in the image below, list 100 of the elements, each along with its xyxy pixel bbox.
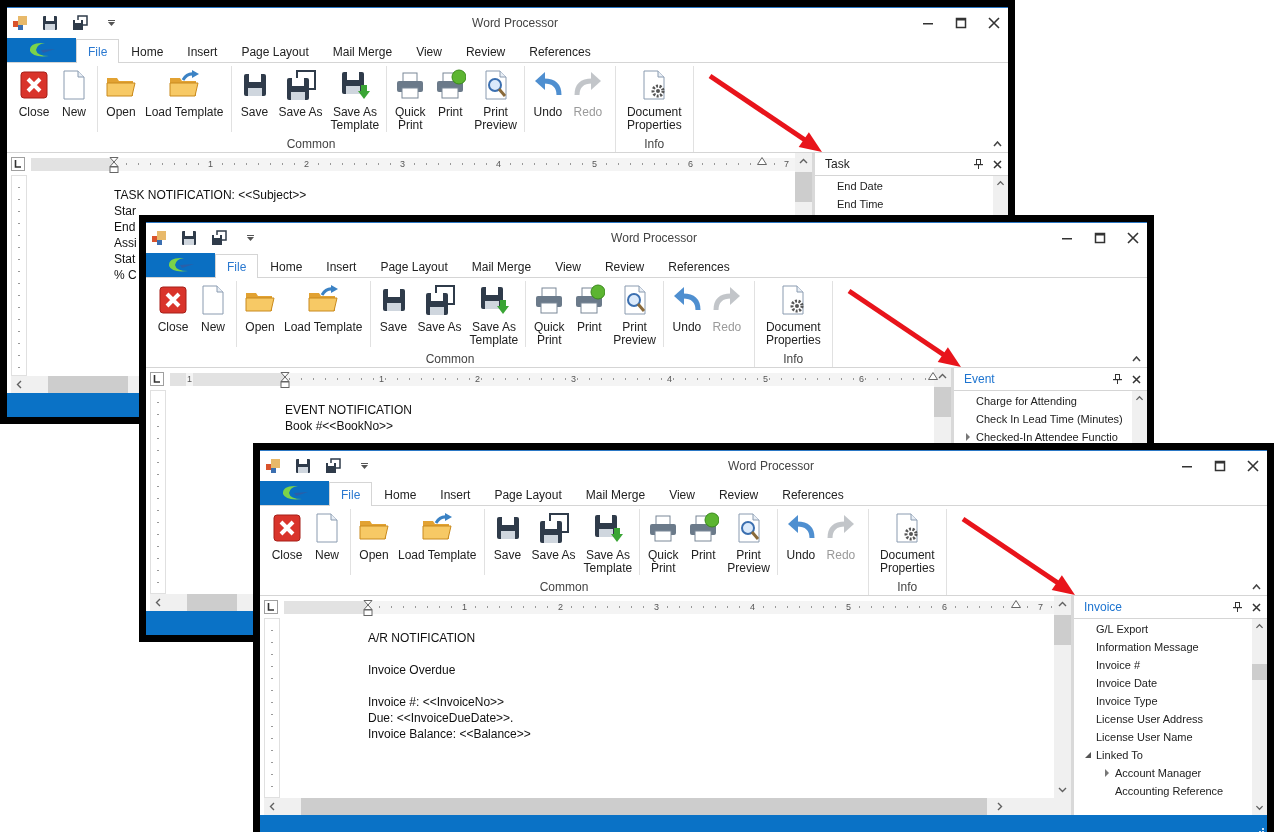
ribbon-tab[interactable]: Page Layout [482,483,574,506]
ribbon-button[interactable]: Save As Template [465,281,523,347]
close-icon[interactable] [993,159,1002,169]
collapse-icon[interactable] [1132,356,1141,362]
ribbon-tab[interactable]: File [215,254,259,278]
ribbon-button[interactable]: Undo [780,509,821,575]
ribbon-button[interactable]: Save As [527,509,580,575]
ribbon-button[interactable]: Document Properties [761,281,825,347]
tree-item[interactable]: Invoice Type [1074,692,1252,710]
ribbon-tab[interactable]: References [770,483,856,506]
tree-item[interactable]: Information Message [1074,638,1252,656]
ribbon-button[interactable]: Print Preview [609,281,660,347]
expanded-icon[interactable] [1084,751,1092,759]
ribbon-button[interactable]: Save As Template [579,509,637,575]
indent-marker[interactable] [928,371,938,380]
maximize-icon[interactable] [1094,232,1106,244]
ribbon-button[interactable]: Save [234,66,275,132]
maximize-icon[interactable] [1214,460,1226,472]
stacked-disks-icon[interactable] [72,15,88,31]
ribbon-button[interactable]: New [307,509,347,575]
ribbon-button[interactable]: Save As [413,281,466,347]
scroll-thumb[interactable] [1252,664,1267,680]
tree-item[interactable]: Checked-In Attendee Functio [954,428,1132,446]
collapse-icon[interactable] [1252,584,1261,590]
ribbon-tab[interactable]: Page Layout [229,40,321,63]
app-icon[interactable] [151,230,167,246]
tree-item[interactable]: End Time [815,195,993,213]
ribbon-button[interactable]: Quick Print [390,66,431,132]
close-icon[interactable] [1132,374,1141,384]
ribbon-button[interactable]: Load Template [141,66,228,132]
indent-marker[interactable] [109,156,119,173]
scroll-thumb[interactable] [48,376,128,393]
ribbon-tab[interactable]: File [329,482,373,506]
ribbon-tab[interactable]: Insert [428,483,483,506]
tree-item[interactable]: Account Manager [1074,764,1252,782]
tab-stop-button[interactable] [264,600,278,614]
app-icon[interactable] [12,15,28,31]
ribbon-button[interactable]: Print [569,281,610,347]
ribbon-button[interactable]: Undo [666,281,707,347]
tree-item[interactable]: License User Address [1074,710,1252,728]
collapse-icon[interactable] [993,141,1002,147]
ribbon-button[interactable]: New [193,281,233,347]
app-logo[interactable] [260,481,329,505]
ribbon-tab[interactable]: Insert [314,255,369,278]
close-icon[interactable] [1247,460,1259,472]
scroll-thumb[interactable] [301,798,987,815]
tree-item[interactable]: Invoice # [1074,656,1252,674]
tree-item[interactable]: G/L Export [1074,620,1252,638]
stacked-disks-icon[interactable] [325,458,341,474]
ribbon-tab[interactable]: View [657,483,707,506]
ribbon-button[interactable]: Quick Print [643,509,684,575]
tab-stop-button[interactable] [11,157,25,171]
ribbon-tab[interactable]: Review [453,40,518,63]
ribbon-tab[interactable]: Review [706,483,771,506]
tree-item[interactable]: Invoice Date [1074,674,1252,692]
dropdown-icon[interactable] [108,20,115,26]
ribbon-button[interactable]: Document Properties [622,66,686,132]
close-icon[interactable] [988,17,1000,29]
scroll-thumb[interactable] [187,594,237,611]
tree-item[interactable]: Charge for Attending [954,392,1132,410]
indent-marker[interactable] [280,371,290,388]
ribbon-button[interactable]: Undo [527,66,568,132]
indent-marker[interactable] [1011,599,1021,608]
stacked-disks-icon[interactable] [211,230,227,246]
ribbon-button[interactable]: Close [267,509,307,575]
ribbon-button[interactable]: Document Properties [875,509,939,575]
ribbon-button[interactable]: Close [153,281,193,347]
ribbon-button[interactable]: Save [487,509,528,575]
ribbon-tab[interactable]: Home [258,255,315,278]
tree-item[interactable]: License User Name [1074,728,1252,746]
ribbon-tab[interactable]: Page Layout [368,255,460,278]
ribbon-button[interactable]: Save As [274,66,327,132]
close-icon[interactable] [1127,232,1139,244]
ribbon-tab[interactable]: View [543,255,593,278]
maximize-icon[interactable] [955,17,967,29]
ribbon-button[interactable]: Open [240,281,280,347]
ribbon-tab[interactable]: Home [372,483,429,506]
ribbon-button[interactable]: Save [373,281,414,347]
ribbon-button[interactable]: Print Preview [470,66,521,132]
pin-icon[interactable] [974,159,983,169]
scroll-thumb[interactable] [934,387,951,417]
ribbon-tab[interactable]: View [404,40,454,63]
ribbon-tab[interactable]: Mail Merge [459,255,544,278]
tree-item[interactable]: End Date [815,177,993,195]
collapsed-icon[interactable] [1103,769,1111,777]
ribbon-tab[interactable]: Home [119,40,176,63]
ribbon-tab[interactable]: Review [592,255,657,278]
tree-item[interactable]: Linked To [1074,746,1252,764]
collapsed-icon[interactable] [964,433,972,441]
ribbon-button[interactable]: Print Preview [723,509,774,575]
app-icon[interactable] [265,458,281,474]
indent-marker[interactable] [757,156,767,165]
ribbon-button[interactable]: Load Template [394,509,481,575]
scroll-thumb[interactable] [795,172,812,202]
ribbon-tab[interactable]: Mail Merge [573,483,658,506]
ribbon-button[interactable]: Load Template [280,281,367,347]
ribbon-button[interactable]: Open [101,66,141,132]
ribbon-button[interactable]: Print [683,509,724,575]
pin-icon[interactable] [1113,374,1122,384]
tab-stop-button[interactable] [150,372,164,386]
